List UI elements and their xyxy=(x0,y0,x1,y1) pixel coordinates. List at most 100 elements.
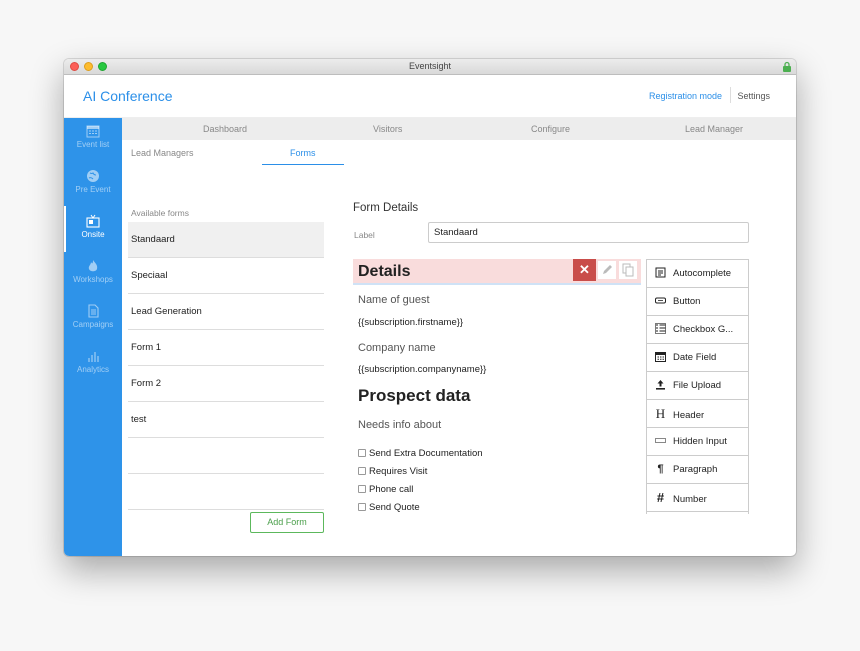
checkbox-label: Phone call xyxy=(369,484,414,495)
field-value-companyname: {{subscription.companyname}} xyxy=(358,364,487,375)
header-icon: H xyxy=(655,406,666,421)
available-forms-heading: Available forms xyxy=(131,208,189,218)
widget-date-field[interactable]: Date Field xyxy=(647,344,748,372)
checkbox-label: Send Extra Documentation xyxy=(369,448,483,459)
sub-tabs: Lead Managers Forms xyxy=(122,140,796,166)
checkbox-label: Send Quote xyxy=(369,502,420,513)
checkbox-send-quote[interactable]: Send Quote xyxy=(358,502,420,513)
globe-icon xyxy=(87,170,99,182)
header-divider xyxy=(730,87,731,103)
subtab-forms[interactable]: Forms xyxy=(290,148,316,158)
copy-icon[interactable] xyxy=(619,261,637,279)
bar-chart-icon xyxy=(88,352,99,362)
title-bar: Eventsight xyxy=(64,59,796,75)
sidebar-item-onsite[interactable]: Onsite xyxy=(64,214,122,256)
window-title: Eventsight xyxy=(408,61,452,71)
registration-mode-link[interactable]: Registration mode xyxy=(649,91,722,101)
list-item[interactable]: Lead Generation xyxy=(128,294,324,330)
form-builder-canvas: Details ✕ Name of guest {{subscription.f… xyxy=(353,259,641,513)
calendar-icon xyxy=(86,125,100,138)
checkbox-group-icon xyxy=(655,323,666,334)
sidebar-item-workshops[interactable]: Workshops xyxy=(64,259,122,301)
available-forms-list: Standaard Speciaal Lead Generation Form … xyxy=(128,222,324,510)
list-item[interactable]: Form 1 xyxy=(128,330,324,366)
widget-button[interactable]: Button xyxy=(647,288,748,316)
tab-visitors[interactable]: Visitors xyxy=(373,124,402,134)
sidebar-item-label: Analytics xyxy=(76,365,109,374)
sidebar-item-event-list[interactable]: Event list xyxy=(64,124,122,166)
tab-dashboard[interactable]: Dashboard xyxy=(203,124,247,134)
sidebar-item-label: Campaigns xyxy=(72,320,114,329)
onsite-icon xyxy=(86,214,100,228)
list-item[interactable]: test xyxy=(128,402,324,438)
app-header: AI Conference Registration mode Settings xyxy=(64,75,796,118)
edit-pencil-icon[interactable] xyxy=(598,261,616,279)
list-item[interactable]: Speciaal xyxy=(128,258,324,294)
sidebar-item-label: Event list xyxy=(76,140,110,149)
sidebar-item-pre-event[interactable]: Pre Event xyxy=(64,169,122,211)
widget-paragraph[interactable]: ¶ Paragraph xyxy=(647,456,748,484)
app-window: Eventsight AI Conference Registration mo… xyxy=(64,59,796,556)
sidebar-item-label: Onsite xyxy=(81,230,105,239)
widget-label: Autocomplete xyxy=(673,268,732,279)
checkbox-send-extra-documentation[interactable]: Send Extra Documentation xyxy=(358,448,483,459)
fire-icon xyxy=(88,260,98,272)
list-item[interactable]: Form 2 xyxy=(128,366,324,402)
widget-number[interactable]: # Number xyxy=(647,484,748,512)
empty-list-row xyxy=(128,438,324,474)
widget-label: Number xyxy=(673,494,707,505)
field-widgets-panel: Autocomplete Button Checkbox G... Date F… xyxy=(646,259,749,514)
widget-label: Checkbox G... xyxy=(673,324,734,335)
widget-hidden-input[interactable]: Hidden Input xyxy=(647,428,748,456)
form-details-title: Form Details xyxy=(353,202,419,214)
checkbox-label: Requires Visit xyxy=(369,466,428,477)
checkbox[interactable] xyxy=(358,485,366,493)
selected-header-field[interactable]: Details ✕ xyxy=(353,259,641,285)
widget-label: Button xyxy=(673,296,701,307)
widget-file-upload[interactable]: File Upload xyxy=(647,372,748,400)
list-item[interactable]: Standaard xyxy=(128,222,324,258)
header-field-text: Details xyxy=(358,263,411,280)
sidebar: Event list Pre Event Onsite Workshops Ca… xyxy=(64,118,122,556)
settings-link[interactable]: Settings xyxy=(737,91,770,101)
add-form-button[interactable]: Add Form xyxy=(250,512,324,533)
widget-next-partial[interactable] xyxy=(647,512,748,514)
active-tab-underline xyxy=(262,164,344,165)
number-icon: # xyxy=(656,490,665,505)
tab-configure[interactable]: Configure xyxy=(531,124,570,134)
widget-label: Paragraph xyxy=(673,464,718,475)
form-label-input[interactable] xyxy=(428,222,749,243)
widget-checkbox-group[interactable]: Checkbox G... xyxy=(647,316,748,344)
event-title: AI Conference xyxy=(83,88,173,104)
field-label-name-of-guest: Name of guest xyxy=(358,294,430,306)
lock-icon xyxy=(783,61,791,72)
widget-label: Date Field xyxy=(673,352,717,363)
sidebar-item-campaigns[interactable]: Campaigns xyxy=(64,304,122,346)
checkbox-requires-visit[interactable]: Requires Visit xyxy=(358,466,427,477)
hidden-input-icon xyxy=(655,438,666,443)
document-icon xyxy=(88,304,99,318)
label-caption: Label xyxy=(354,230,375,240)
paragraph-icon: ¶ xyxy=(657,463,664,475)
widget-header[interactable]: H Header xyxy=(647,400,748,428)
widget-label: Hidden Input xyxy=(673,436,727,447)
widget-label: Header xyxy=(673,410,705,421)
prospect-data-header: Prospect data xyxy=(358,386,471,405)
upload-icon xyxy=(656,380,665,390)
checkbox[interactable] xyxy=(358,467,366,475)
sidebar-item-analytics[interactable]: Analytics xyxy=(64,349,122,391)
tab-lead-manager[interactable]: Lead Manager xyxy=(685,124,743,134)
button-icon xyxy=(655,297,666,304)
delete-field-button[interactable]: ✕ xyxy=(573,259,596,281)
empty-list-row xyxy=(128,474,324,510)
widget-autocomplete[interactable]: Autocomplete xyxy=(647,260,748,288)
checkbox-phone-call[interactable]: Phone call xyxy=(358,484,413,495)
subtab-lead-managers[interactable]: Lead Managers xyxy=(131,148,194,158)
top-navigation: Dashboard Visitors Configure Lead Manage… xyxy=(122,118,796,140)
field-label-needs-info: Needs info about xyxy=(358,419,442,431)
widget-label: File Upload xyxy=(673,380,722,391)
checkbox[interactable] xyxy=(358,503,366,511)
field-label-company-name: Company name xyxy=(358,342,436,354)
sidebar-item-label: Workshops xyxy=(73,275,113,284)
checkbox[interactable] xyxy=(358,449,366,457)
